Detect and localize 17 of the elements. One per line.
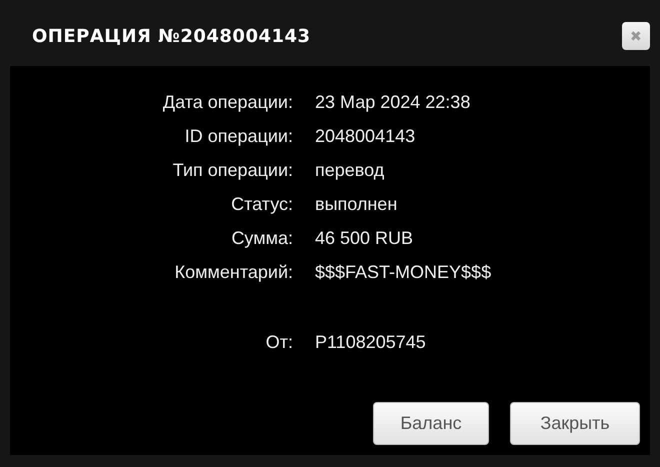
field-label: Тип операции: [172,160,293,181]
dialog-button[interactable]: Баланс [373,402,489,445]
field-label: Дата операции: [162,92,293,113]
field-value: P1108205745 [315,332,427,353]
field-label: Комментарий: [174,262,293,283]
dialog-button[interactable]: Закрыть [510,402,640,445]
field-value: 46 500 RUB [315,228,414,249]
field-label: Сумма: [230,228,293,249]
field-value: $$$FAST-MONEY$$$ [315,262,492,283]
field-value: перевод [315,160,386,181]
dialog-title: ОПЕРАЦИЯ №2048004143 [32,26,311,46]
field-value: выполнен [315,194,398,215]
field-value: 23 Мар 2024 22:38 [315,92,472,113]
field-label: ID операции: [184,126,293,147]
field-label: От: [264,332,293,353]
field-label: Статус: [230,194,293,215]
field-value: 2048004143 [315,126,416,147]
